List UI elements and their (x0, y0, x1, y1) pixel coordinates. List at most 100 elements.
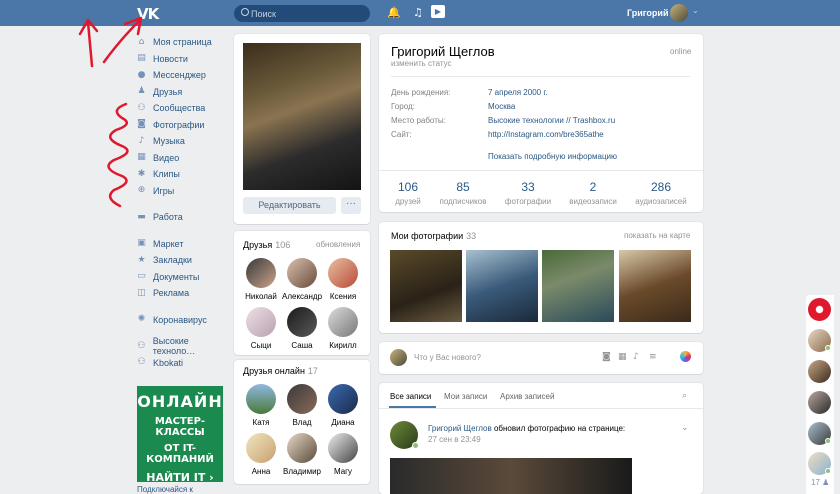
article-icon[interactable]: ≡ (649, 352, 657, 362)
post-author-link[interactable]: Григорий Щеглов (428, 424, 492, 433)
stat-friends[interactable]: 106 друзей (377, 180, 439, 206)
friends-title[interactable]: Друзья 106 (243, 240, 290, 250)
workplace-link[interactable]: Высокие технологии // Trashbox.ru (488, 116, 615, 125)
post-avatar[interactable] (390, 421, 419, 449)
search-input[interactable] (251, 7, 361, 20)
promo-banner[interactable]: ОНЛАЙН МАСТЕР-КЛАССЫ ОТ IT-КОМПАНИЙ НАЙТ… (137, 386, 223, 484)
stat-videos[interactable]: 2 видеозаписи (562, 180, 624, 206)
arrow-shaft-1 (86, 20, 94, 68)
sidebar-item-music[interactable]: ♪ Музыка (136, 133, 232, 150)
group-icon: ⚇ (137, 102, 146, 113)
home-icon: ⌂ (138, 36, 145, 47)
search-box[interactable] (234, 5, 370, 22)
camera-icon[interactable]: ◙ (602, 352, 611, 362)
tab-all-posts[interactable]: Все записи (390, 392, 431, 401)
promo-caption[interactable]: Подключайся к (137, 485, 193, 494)
stat-audios[interactable]: 286 аудиозаписей (630, 180, 692, 206)
clips-icon: ✱ (137, 168, 146, 179)
friend-item[interactable]: Саша (282, 307, 322, 350)
edit-profile-button[interactable]: Редактировать (243, 197, 336, 214)
friend-online-item[interactable]: Катя (241, 384, 281, 427)
birthday-link[interactable]: 7 апреля 2000 г. (488, 88, 548, 97)
friend-item[interactable]: Александр… (282, 258, 322, 301)
header-avatar[interactable] (670, 4, 688, 22)
sidebar-item-games[interactable]: ⊕ Игры (136, 183, 232, 200)
friend-avatar (246, 433, 276, 463)
work-icon: ▬ (137, 211, 146, 222)
chevron-down-icon[interactable]: ⌄ (681, 423, 689, 433)
edit-status-link[interactable]: изменить статус (391, 59, 452, 68)
sidebar-item-messenger[interactable]: ● Мессенджер (136, 67, 232, 84)
show-on-map-link[interactable]: показать на карте (624, 231, 690, 240)
sidebar-item-communities[interactable]: ⚇ Сообщества (136, 100, 232, 117)
sidebar-item-group-kbokati[interactable]: ⚇ Kbokati (136, 355, 232, 372)
city-link[interactable]: Москва (488, 102, 515, 111)
sidebar-item-documents[interactable]: ▭ Документы (136, 269, 232, 286)
music-icon: ♪ (138, 135, 145, 146)
post-time[interactable]: 27 сен в 23:49 (428, 435, 481, 444)
sidebar-item-bookmarks[interactable]: ★ Закладки (136, 252, 232, 269)
friends-updates-link[interactable]: обновления (316, 240, 360, 249)
friend-item[interactable]: Сыци (241, 307, 281, 350)
photo-thumb[interactable] (390, 250, 462, 322)
tab-my-posts[interactable]: Мои записи (444, 392, 487, 401)
chat-avatar[interactable] (808, 298, 831, 321)
friend-online-item[interactable]: Владимир (282, 433, 322, 476)
online-count[interactable]: 17 ♟ (811, 478, 829, 487)
photo-thumb[interactable] (466, 250, 538, 322)
market-icon: ▣ (137, 238, 146, 249)
stat-followers[interactable]: 85 подписчиков (432, 180, 494, 206)
online-dot (412, 442, 419, 449)
sidebar-item-work[interactable]: ▬ Работа (136, 209, 232, 226)
sidebar-item-market[interactable]: ▣ Маркет (136, 236, 232, 253)
friend-online-item[interactable]: Диана (323, 384, 363, 427)
friend-online-item[interactable]: Анна (241, 433, 281, 476)
header-username[interactable]: Григорий (627, 8, 668, 18)
search-icon[interactable]: ⌕ (682, 391, 687, 401)
vk-logo[interactable]: VK (137, 5, 159, 23)
friends-online-title[interactable]: Друзья онлайн 17 (243, 366, 318, 376)
search-icon (241, 8, 249, 16)
info-label: Город: (391, 102, 415, 111)
sidebar-item-friends[interactable]: ♟ Друзья (136, 84, 232, 101)
friend-item[interactable]: Николай (241, 258, 281, 301)
friend-online-item[interactable]: Магу (323, 433, 363, 476)
star-icon: ★ (137, 254, 146, 265)
bell-icon[interactable]: 🔔 (387, 6, 401, 19)
sidebar-item-ads[interactable]: ◫ Реклама (136, 285, 232, 302)
show-more-info-link[interactable]: Показать подробную информацию (488, 152, 617, 161)
stat-photos[interactable]: 33 фотографии (497, 180, 559, 206)
photo-thumb[interactable] (619, 250, 691, 322)
ads-icon: ◫ (137, 287, 146, 298)
friend-online-item[interactable]: Влад (282, 384, 322, 427)
post-image[interactable] (390, 458, 632, 494)
photos-title[interactable]: Мои фотографии 33 (391, 231, 476, 241)
friend-item[interactable]: Кирилл (323, 307, 363, 350)
poster-icon[interactable] (680, 351, 691, 362)
video-icon[interactable]: ▦ (618, 352, 627, 362)
chat-avatar[interactable] (808, 360, 831, 383)
sidebar-item-clips[interactable]: ✱ Клипы (136, 166, 232, 183)
photo-thumb[interactable] (542, 250, 614, 322)
more-actions-button[interactable]: ··· (341, 197, 361, 214)
sidebar-item-my-page[interactable]: ⌂ Моя страница (136, 34, 232, 51)
camera-icon: ◙ (137, 119, 146, 130)
info-label: Место работы: (391, 116, 446, 125)
sidebar-item-coronavirus[interactable]: ✺ Коронавирус (136, 312, 232, 329)
top-header: VK 🔔 ♫ ▶ Григорий ⌄ (0, 0, 840, 26)
sidebar-item-photos[interactable]: ◙ Фотографии (136, 117, 232, 134)
website-link[interactable]: http://Instagram.com/bre365athe (488, 130, 604, 139)
tab-archive[interactable]: Архив записей (500, 392, 554, 401)
profile-photo[interactable] (243, 43, 361, 190)
chat-avatar[interactable] (808, 391, 831, 414)
new-post-input[interactable]: Что у Вас нового? (414, 353, 481, 362)
sidebar-item-group-hitech[interactable]: ⚇ Высокие техноло… (136, 336, 232, 356)
friend-item[interactable]: Ксения (323, 258, 363, 301)
sidebar-item-video[interactable]: ▦ Видео (136, 150, 232, 167)
music-note-icon[interactable]: ♫ (413, 6, 423, 19)
music-icon[interactable]: ♪ (633, 352, 639, 362)
online-dot (825, 345, 831, 351)
play-icon[interactable]: ▶ (431, 5, 445, 18)
sidebar-item-news[interactable]: ▤ Новости (136, 51, 232, 68)
chevron-down-icon[interactable]: ⌄ (692, 6, 699, 15)
